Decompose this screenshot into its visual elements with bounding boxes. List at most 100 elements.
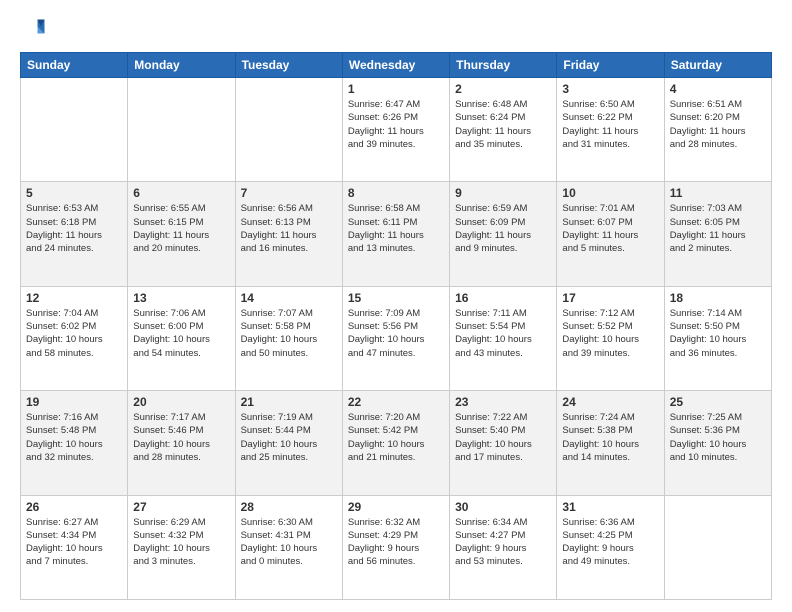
day-number: 26	[26, 500, 122, 514]
day-info: Sunrise: 7:12 AMSunset: 5:52 PMDaylight:…	[562, 307, 658, 360]
day-info: Sunrise: 7:06 AMSunset: 6:00 PMDaylight:…	[133, 307, 229, 360]
day-info: Sunrise: 6:34 AMSunset: 4:27 PMDaylight:…	[455, 516, 551, 569]
day-info: Sunrise: 6:53 AMSunset: 6:18 PMDaylight:…	[26, 202, 122, 255]
day-number: 31	[562, 500, 658, 514]
day-number: 11	[670, 186, 766, 200]
day-info: Sunrise: 7:22 AMSunset: 5:40 PMDaylight:…	[455, 411, 551, 464]
day-cell: 10 Sunrise: 7:01 AMSunset: 6:07 PMDayligh…	[557, 182, 664, 286]
weekday-header-friday: Friday	[557, 53, 664, 78]
day-cell	[664, 495, 771, 599]
logo-icon	[20, 16, 48, 44]
day-cell	[235, 78, 342, 182]
day-info: Sunrise: 7:25 AMSunset: 5:36 PMDaylight:…	[670, 411, 766, 464]
day-cell: 29 Sunrise: 6:32 AMSunset: 4:29 PMDayligh…	[342, 495, 449, 599]
weekday-header-thursday: Thursday	[450, 53, 557, 78]
day-cell: 15Sunrise: 7:09 AMSunset: 5:56 PMDayligh…	[342, 286, 449, 390]
day-cell	[128, 78, 235, 182]
day-number: 7	[241, 186, 337, 200]
day-number: 14	[241, 291, 337, 305]
week-row-2: 12 Sunrise: 7:04 AMSunset: 6:02 PMDayligh…	[21, 286, 772, 390]
day-cell	[21, 78, 128, 182]
day-info: Sunrise: 7:04 AMSunset: 6:02 PMDaylight:…	[26, 307, 122, 360]
day-info: Sunrise: 7:14 AMSunset: 5:50 PMDaylight:…	[670, 307, 766, 360]
day-info: Sunrise: 6:32 AMSunset: 4:29 PMDaylight:…	[348, 516, 444, 569]
day-number: 23	[455, 395, 551, 409]
day-cell: 5 Sunrise: 6:53 AMSunset: 6:18 PMDaylight…	[21, 182, 128, 286]
day-cell: 16Sunrise: 7:11 AMSunset: 5:54 PMDayligh…	[450, 286, 557, 390]
day-cell: 13 Sunrise: 7:06 AMSunset: 6:00 PMDayligh…	[128, 286, 235, 390]
day-number: 2	[455, 82, 551, 96]
day-number: 10	[562, 186, 658, 200]
day-number: 1	[348, 82, 444, 96]
day-info: Sunrise: 6:48 AMSunset: 6:24 PMDaylight:…	[455, 98, 551, 151]
weekday-header-sunday: Sunday	[21, 53, 128, 78]
day-number: 18	[670, 291, 766, 305]
day-number: 5	[26, 186, 122, 200]
day-number: 4	[670, 82, 766, 96]
day-cell: 3 Sunrise: 6:50 AMSunset: 6:22 PMDaylight…	[557, 78, 664, 182]
day-number: 12	[26, 291, 122, 305]
day-cell: 17 Sunrise: 7:12 AMSunset: 5:52 PMDayligh…	[557, 286, 664, 390]
day-number: 27	[133, 500, 229, 514]
day-number: 17	[562, 291, 658, 305]
day-number: 28	[241, 500, 337, 514]
day-number: 3	[562, 82, 658, 96]
day-info: Sunrise: 6:30 AMSunset: 4:31 PMDaylight:…	[241, 516, 337, 569]
day-number: 8	[348, 186, 444, 200]
day-number: 6	[133, 186, 229, 200]
day-cell: 9Sunrise: 6:59 AMSunset: 6:09 PMDaylight…	[450, 182, 557, 286]
day-info: Sunrise: 6:47 AMSunset: 6:26 PMDaylight:…	[348, 98, 444, 151]
day-info: Sunrise: 6:56 AMSunset: 6:13 PMDaylight:…	[241, 202, 337, 255]
page: SundayMondayTuesdayWednesdayThursdayFrid…	[0, 0, 792, 612]
day-cell: 23 Sunrise: 7:22 AMSunset: 5:40 PMDayligh…	[450, 391, 557, 495]
day-cell: 14 Sunrise: 7:07 AMSunset: 5:58 PMDayligh…	[235, 286, 342, 390]
day-cell: 30 Sunrise: 6:34 AMSunset: 4:27 PMDayligh…	[450, 495, 557, 599]
day-info: Sunrise: 6:27 AMSunset: 4:34 PMDaylight:…	[26, 516, 122, 569]
day-number: 29	[348, 500, 444, 514]
day-info: Sunrise: 6:55 AMSunset: 6:15 PMDaylight:…	[133, 202, 229, 255]
weekday-header-wednesday: Wednesday	[342, 53, 449, 78]
day-number: 21	[241, 395, 337, 409]
weekday-header-row: SundayMondayTuesdayWednesdayThursdayFrid…	[21, 53, 772, 78]
day-number: 13	[133, 291, 229, 305]
day-info: Sunrise: 6:50 AMSunset: 6:22 PMDaylight:…	[562, 98, 658, 151]
day-cell: 11 Sunrise: 7:03 AMSunset: 6:05 PMDayligh…	[664, 182, 771, 286]
day-cell: 26 Sunrise: 6:27 AMSunset: 4:34 PMDayligh…	[21, 495, 128, 599]
day-cell: 27 Sunrise: 6:29 AMSunset: 4:32 PMDayligh…	[128, 495, 235, 599]
weekday-header-saturday: Saturday	[664, 53, 771, 78]
day-number: 22	[348, 395, 444, 409]
week-row-3: 19Sunrise: 7:16 AMSunset: 5:48 PMDayligh…	[21, 391, 772, 495]
day-info: Sunrise: 7:16 AMSunset: 5:48 PMDaylight:…	[26, 411, 122, 464]
weekday-header-monday: Monday	[128, 53, 235, 78]
day-info: Sunrise: 7:03 AMSunset: 6:05 PMDaylight:…	[670, 202, 766, 255]
logo	[20, 16, 52, 44]
day-info: Sunrise: 7:01 AMSunset: 6:07 PMDaylight:…	[562, 202, 658, 255]
weekday-header-tuesday: Tuesday	[235, 53, 342, 78]
day-number: 9	[455, 186, 551, 200]
day-cell: 6 Sunrise: 6:55 AMSunset: 6:15 PMDaylight…	[128, 182, 235, 286]
day-number: 24	[562, 395, 658, 409]
day-cell: 21 Sunrise: 7:19 AMSunset: 5:44 PMDayligh…	[235, 391, 342, 495]
day-info: Sunrise: 6:29 AMSunset: 4:32 PMDaylight:…	[133, 516, 229, 569]
day-cell: 31Sunrise: 6:36 AMSunset: 4:25 PMDayligh…	[557, 495, 664, 599]
day-number: 30	[455, 500, 551, 514]
day-info: Sunrise: 7:19 AMSunset: 5:44 PMDaylight:…	[241, 411, 337, 464]
day-cell: 2 Sunrise: 6:48 AMSunset: 6:24 PMDaylight…	[450, 78, 557, 182]
day-info: Sunrise: 7:09 AMSunset: 5:56 PMDaylight:…	[348, 307, 444, 360]
day-cell: 1 Sunrise: 6:47 AMSunset: 6:26 PMDaylight…	[342, 78, 449, 182]
week-row-0: 1 Sunrise: 6:47 AMSunset: 6:26 PMDaylight…	[21, 78, 772, 182]
day-cell: 18 Sunrise: 7:14 AMSunset: 5:50 PMDayligh…	[664, 286, 771, 390]
day-cell: 19Sunrise: 7:16 AMSunset: 5:48 PMDayligh…	[21, 391, 128, 495]
day-cell: 22Sunrise: 7:20 AMSunset: 5:42 PMDayligh…	[342, 391, 449, 495]
day-info: Sunrise: 7:07 AMSunset: 5:58 PMDaylight:…	[241, 307, 337, 360]
day-info: Sunrise: 6:58 AMSunset: 6:11 PMDaylight:…	[348, 202, 444, 255]
day-cell: 20Sunrise: 7:17 AMSunset: 5:46 PMDayligh…	[128, 391, 235, 495]
day-cell: 24Sunrise: 7:24 AMSunset: 5:38 PMDayligh…	[557, 391, 664, 495]
day-info: Sunrise: 6:51 AMSunset: 6:20 PMDaylight:…	[670, 98, 766, 151]
day-number: 25	[670, 395, 766, 409]
day-number: 20	[133, 395, 229, 409]
day-cell: 8 Sunrise: 6:58 AMSunset: 6:11 PMDaylight…	[342, 182, 449, 286]
week-row-1: 5 Sunrise: 6:53 AMSunset: 6:18 PMDaylight…	[21, 182, 772, 286]
day-cell: 28 Sunrise: 6:30 AMSunset: 4:31 PMDayligh…	[235, 495, 342, 599]
calendar: SundayMondayTuesdayWednesdayThursdayFrid…	[20, 52, 772, 600]
